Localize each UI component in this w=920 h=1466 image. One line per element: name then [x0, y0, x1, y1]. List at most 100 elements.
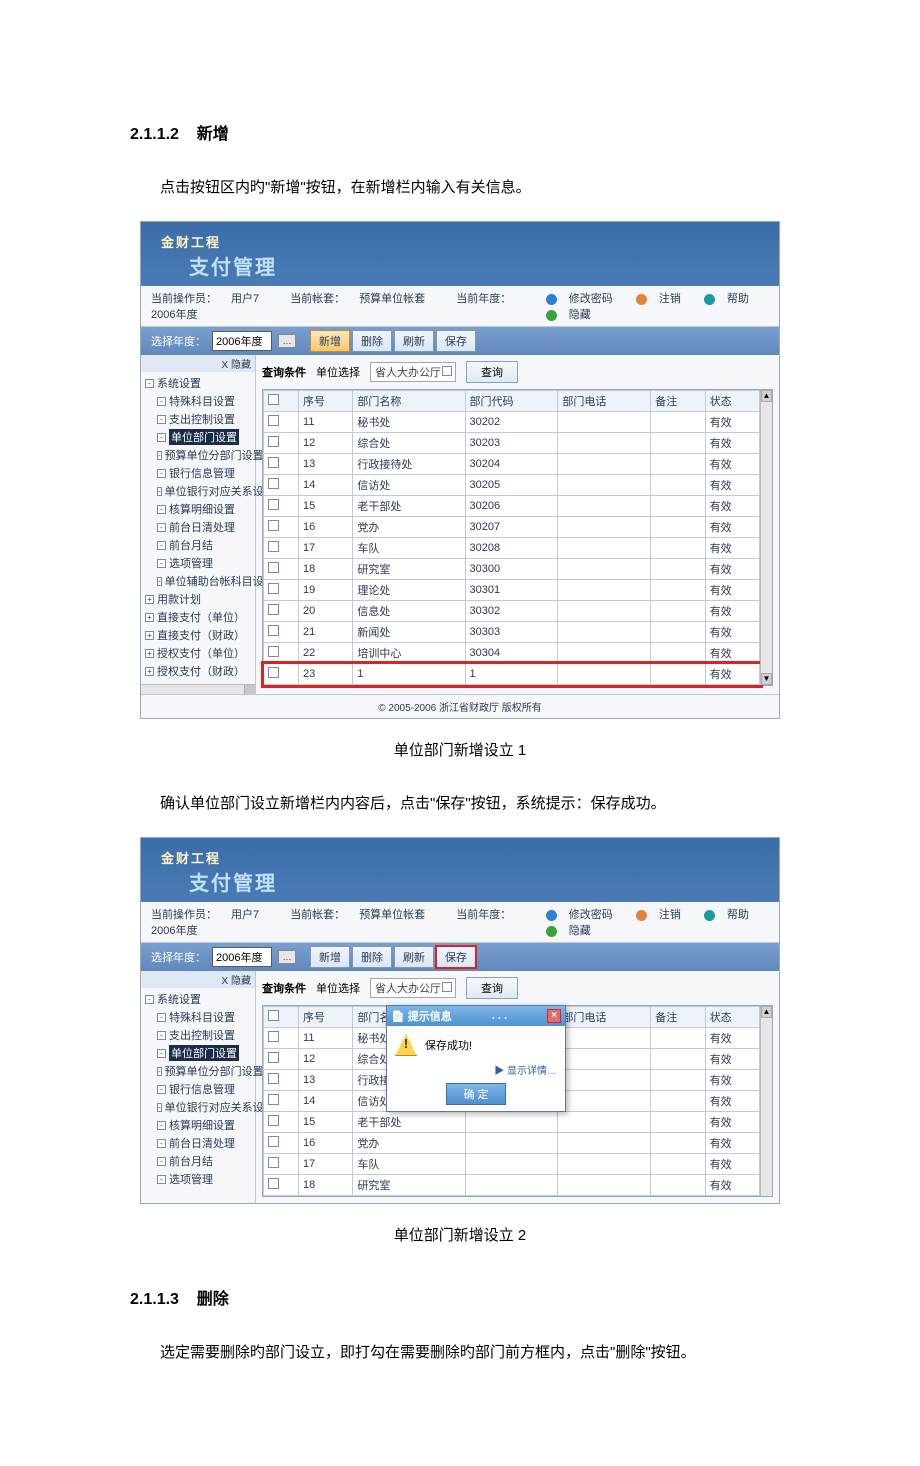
unit-select[interactable]: 省人大办公厅 — [370, 978, 456, 998]
query-button[interactable]: 查询 — [466, 361, 518, 383]
collapse-icon[interactable]: - — [157, 523, 166, 532]
sidebar-item[interactable]: 单位部门设置 — [169, 1045, 239, 1061]
sidebar-item[interactable]: 前台日清处理 — [169, 1135, 235, 1151]
sidebar-item[interactable]: 选项管理 — [169, 555, 213, 571]
collapse-icon[interactable]: - — [157, 1013, 166, 1022]
delete-button[interactable]: 删除 — [352, 330, 392, 352]
expand-icon[interactable]: + — [145, 649, 154, 658]
collapse-icon[interactable]: - — [157, 559, 166, 568]
sidebar-item[interactable]: 特殊科目设置 — [169, 1009, 235, 1025]
collapse-icon[interactable]: - — [145, 379, 154, 388]
sidebar-hide[interactable]: X 隐藏 — [141, 971, 255, 988]
collapse-icon[interactable]: - — [157, 1049, 166, 1058]
sidebar-item[interactable]: 支出控制设置 — [169, 411, 235, 427]
checkbox[interactable] — [268, 520, 279, 531]
collapse-icon[interactable]: - — [157, 487, 162, 496]
checkbox[interactable] — [268, 1178, 279, 1189]
table-row[interactable]: 14信访处30205有效 — [264, 475, 760, 496]
tree-root[interactable]: 系统设置 — [157, 991, 201, 1007]
table-row[interactable]: 17车队有效 — [264, 1154, 760, 1175]
link-logout[interactable]: 注销 — [626, 909, 681, 921]
collapse-icon[interactable]: - — [157, 1067, 162, 1076]
table-row[interactable]: 16党办30207有效 — [264, 517, 760, 538]
delete-button[interactable]: 删除 — [352, 946, 392, 968]
sidebar-hide[interactable]: X 隐藏 — [141, 355, 255, 372]
checkbox[interactable] — [268, 394, 279, 405]
sidebar-item[interactable]: 银行信息管理 — [169, 1081, 235, 1097]
sidebar-item[interactable]: 预算单位分部门设置 — [165, 447, 264, 463]
link-help[interactable]: 帮助 — [694, 293, 749, 305]
checkbox[interactable] — [268, 1031, 279, 1042]
collapse-icon[interactable]: - — [157, 415, 166, 424]
link-hide[interactable]: 隐藏 — [536, 309, 591, 321]
collapse-icon[interactable]: - — [157, 1103, 162, 1112]
collapse-icon[interactable]: - — [157, 577, 162, 586]
checkbox[interactable] — [268, 562, 279, 573]
collapse-icon[interactable]: - — [157, 1031, 166, 1040]
collapse-icon[interactable]: - — [157, 433, 166, 442]
scrollbar-vertical[interactable]: ▲ — [760, 1006, 772, 1196]
checkbox[interactable] — [268, 604, 279, 615]
add-button[interactable]: 新增 — [310, 946, 350, 968]
sidebar-item[interactable]: 单位部门设置 — [169, 429, 239, 445]
sidebar-item[interactable]: 前台月结 — [169, 1153, 213, 1169]
checkbox[interactable] — [268, 1115, 279, 1126]
sidebar-group[interactable]: 用款计划 — [157, 591, 201, 607]
table-row[interactable]: 18研究室有效 — [264, 1175, 760, 1196]
link-hide[interactable]: 隐藏 — [536, 925, 591, 937]
checkbox[interactable] — [268, 499, 279, 510]
table-row[interactable]: 13行政接待处30204有效 — [264, 454, 760, 475]
checkbox[interactable] — [268, 1136, 279, 1147]
link-chpw[interactable]: 修改密码 — [536, 293, 613, 305]
sidebar-item[interactable]: 前台日清处理 — [169, 519, 235, 535]
save-button[interactable]: 保存 — [436, 330, 476, 352]
close-icon[interactable]: × — [547, 1009, 561, 1023]
table-row[interactable]: 12综合处30203有效 — [264, 433, 760, 454]
tree-root[interactable]: 系统设置 — [157, 375, 201, 391]
scrollbar-horizontal[interactable] — [141, 684, 255, 694]
checkbox[interactable] — [268, 583, 279, 594]
year-input[interactable]: 2006年度 — [212, 947, 272, 967]
expand-icon[interactable]: + — [145, 613, 154, 622]
table-row[interactable]: 15老干部处30206有效 — [264, 496, 760, 517]
link-chpw[interactable]: 修改密码 — [536, 909, 613, 921]
collapse-icon[interactable]: - — [157, 541, 166, 550]
sidebar-item[interactable]: 特殊科目设置 — [169, 393, 235, 409]
collapse-icon[interactable]: - — [157, 1157, 166, 1166]
checkbox[interactable] — [268, 1073, 279, 1084]
table-row[interactable]: 16党办有效 — [264, 1133, 760, 1154]
checkbox[interactable] — [268, 436, 279, 447]
scroll-down-icon[interactable]: ▼ — [761, 673, 772, 685]
sidebar-group[interactable]: 授权支付（单位） — [157, 645, 245, 661]
checkbox[interactable] — [268, 1094, 279, 1105]
expand-icon[interactable]: + — [145, 595, 154, 604]
link-help[interactable]: 帮助 — [694, 909, 749, 921]
year-input[interactable]: 2006年度 — [212, 331, 272, 351]
table-row[interactable]: 18研究室30300有效 — [264, 559, 760, 580]
collapse-icon[interactable]: - — [157, 469, 166, 478]
sidebar-item[interactable]: 核算明细设置 — [169, 501, 235, 517]
refresh-button[interactable]: 刷新 — [394, 330, 434, 352]
checkbox[interactable] — [268, 646, 279, 657]
checkbox[interactable] — [268, 625, 279, 636]
table-row[interactable]: 20信息处30302有效 — [264, 601, 760, 622]
sidebar-item[interactable]: 支出控制设置 — [169, 1027, 235, 1043]
table-row[interactable]: 2311有效 — [264, 664, 760, 685]
collapse-icon[interactable]: - — [145, 995, 154, 1004]
checkbox[interactable] — [268, 415, 279, 426]
sidebar-group[interactable]: 直接支付（单位） — [157, 609, 245, 625]
checkbox[interactable] — [268, 457, 279, 468]
checkbox[interactable] — [268, 1052, 279, 1063]
sidebar-item[interactable]: 前台月结 — [169, 537, 213, 553]
collapse-icon[interactable]: - — [157, 505, 166, 514]
collapse-icon[interactable]: - — [157, 1175, 166, 1184]
expand-icon[interactable]: + — [145, 667, 154, 676]
table-row[interactable]: 17车队30208有效 — [264, 538, 760, 559]
checkbox[interactable] — [268, 478, 279, 489]
sidebar-item[interactable]: 选项管理 — [169, 1171, 213, 1187]
add-button[interactable]: 新增 — [310, 330, 350, 352]
scrollbar-vertical[interactable]: ▲ ▼ — [760, 390, 772, 685]
checkbox[interactable] — [268, 1010, 279, 1021]
sidebar-item[interactable]: 核算明细设置 — [169, 1117, 235, 1133]
collapse-icon[interactable]: - — [157, 1139, 166, 1148]
